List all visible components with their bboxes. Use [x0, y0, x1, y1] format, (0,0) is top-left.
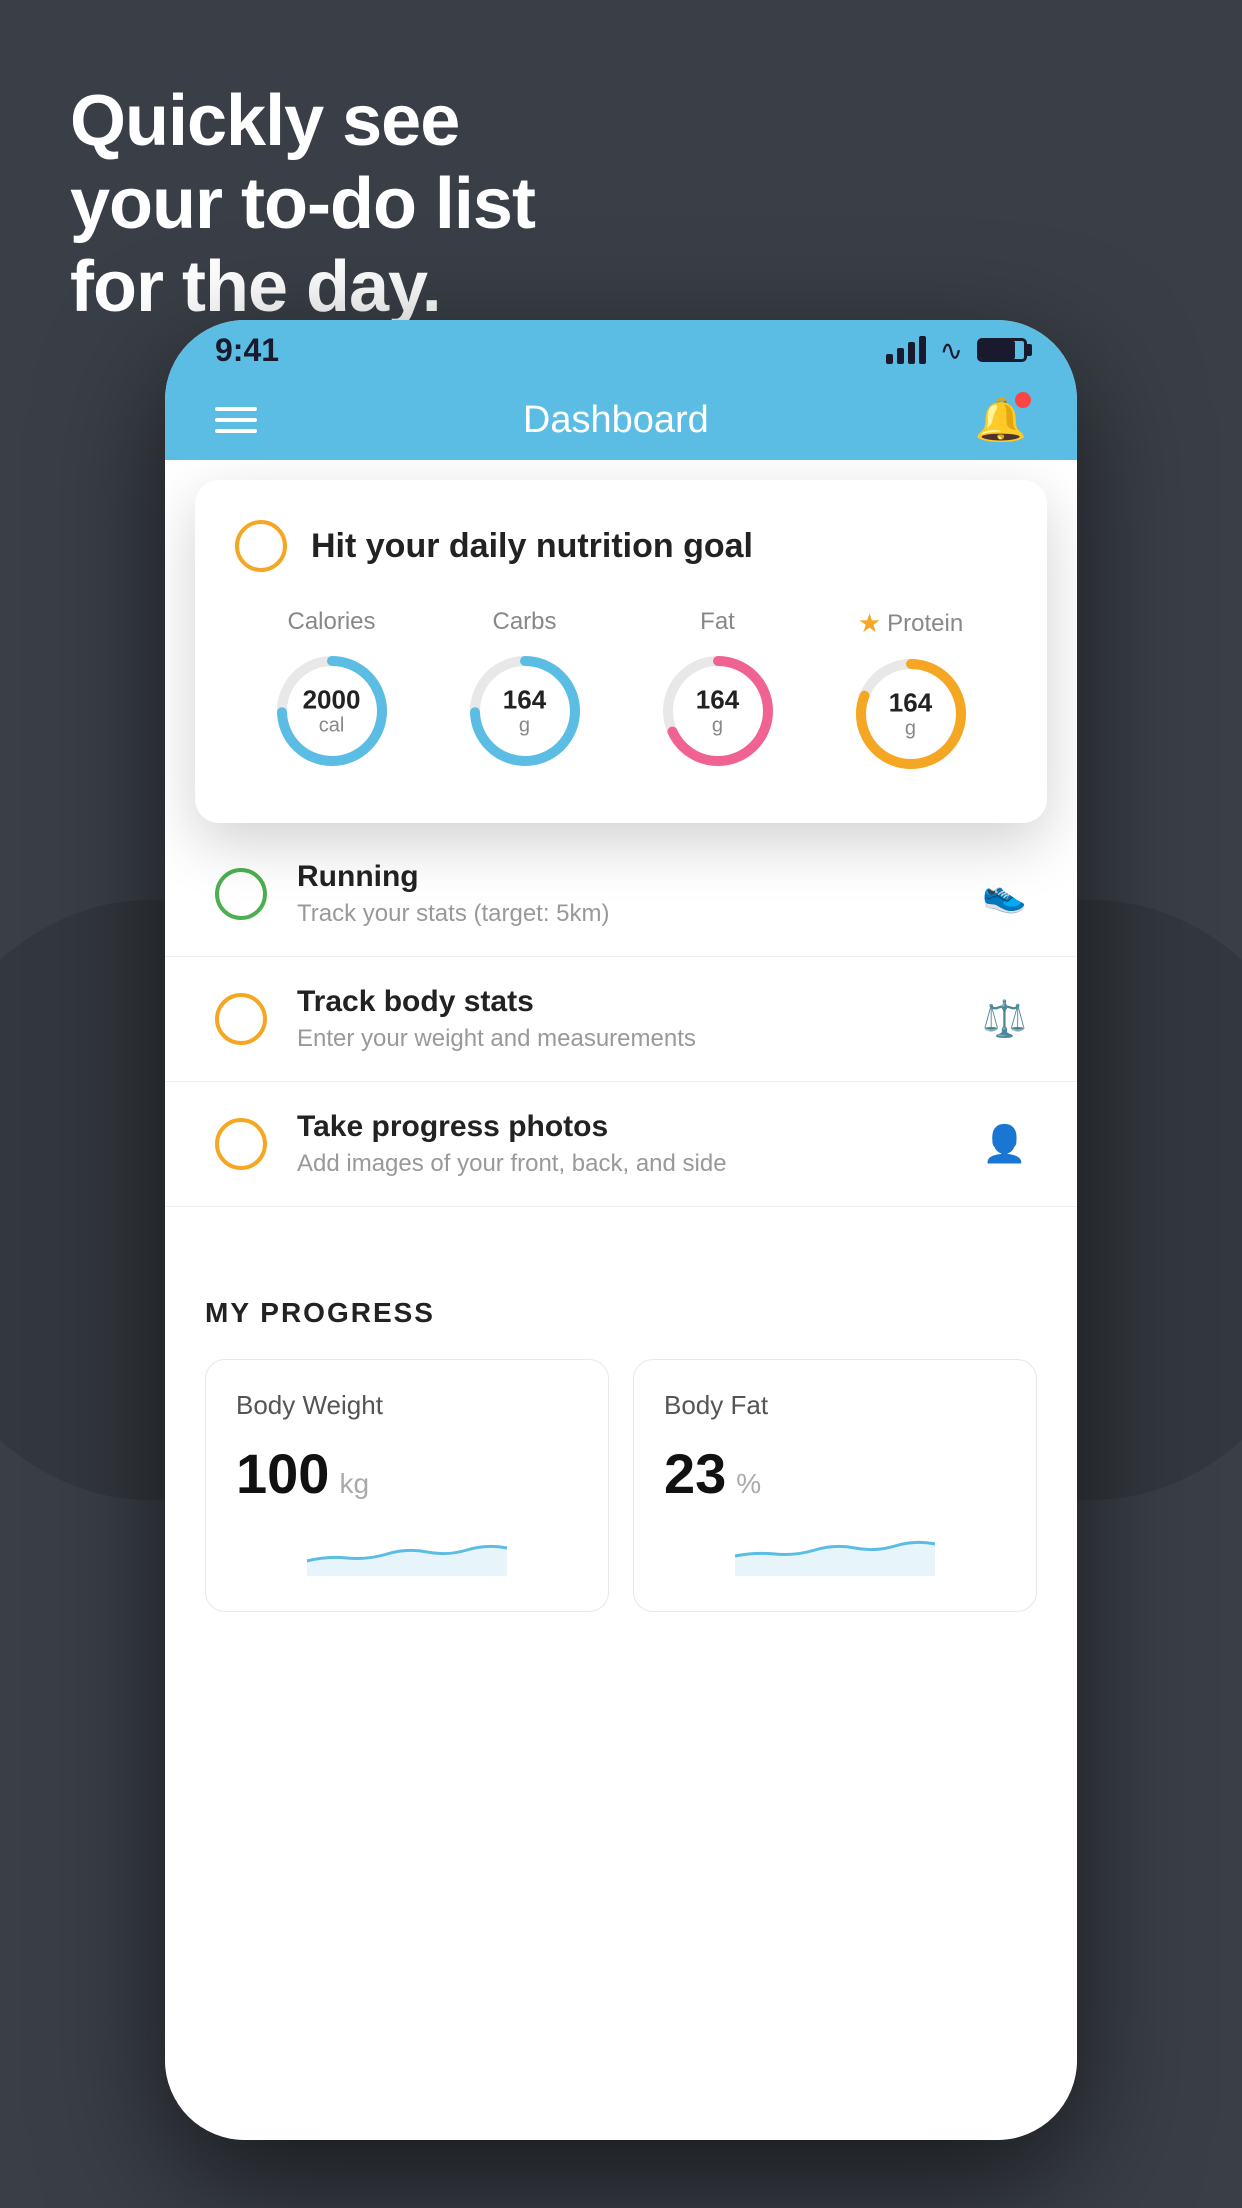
photos-subtitle: Add images of your front, back, and side: [297, 1150, 952, 1178]
progress-header: MY PROGRESS: [205, 1297, 1037, 1329]
star-icon: ★: [858, 608, 881, 639]
photos-text: Take progress photos Add images of your …: [297, 1110, 952, 1178]
headline-line3: for the day.: [70, 246, 535, 329]
phone-mockup: 9:41 ∿ Dashboard 🔔 THI: [165, 320, 1077, 2140]
nutrition-carbs: Carbs 164 g: [460, 608, 590, 776]
headline-line2: your to-do list: [70, 163, 535, 246]
card-title: Hit your daily nutrition goal: [311, 527, 753, 566]
body-fat-title: Body Fat: [664, 1390, 1006, 1421]
todo-photos[interactable]: Take progress photos Add images of your …: [165, 1082, 1077, 1207]
body-fat-unit: %: [736, 1468, 761, 1500]
photos-title: Take progress photos: [297, 1110, 952, 1144]
scale-icon: ⚖️: [982, 998, 1027, 1040]
nav-bar: Dashboard 🔔: [165, 380, 1077, 460]
notification-dot: [1015, 392, 1031, 408]
nutrition-protein: ★ Protein 164 g: [846, 608, 976, 779]
running-subtitle: Track your stats (target: 5km): [297, 900, 952, 928]
nav-title: Dashboard: [523, 399, 709, 442]
running-text: Running Track your stats (target: 5km): [297, 860, 952, 928]
carbs-label: Carbs: [492, 608, 556, 636]
todo-running[interactable]: Running Track your stats (target: 5km) 👟: [165, 832, 1077, 957]
progress-cards: Body Weight 100 kg Body Fat 23 %: [205, 1359, 1037, 1612]
status-time: 9:41: [215, 332, 279, 369]
calories-ring: 2000 cal: [267, 646, 397, 776]
body-weight-unit: kg: [339, 1468, 369, 1500]
nutrition-calories: Calories 2000 cal: [267, 608, 397, 776]
body-fat-value: 23: [664, 1441, 726, 1506]
body-weight-value: 100: [236, 1441, 329, 1506]
todo-body-stats[interactable]: Track body stats Enter your weight and m…: [165, 957, 1077, 1082]
person-icon: 👤: [982, 1123, 1027, 1165]
bell-icon[interactable]: 🔔: [975, 396, 1027, 445]
main-content: THINGS TO DO TODAY Hit your daily nutrit…: [165, 460, 1077, 2140]
body-fat-value-row: 23 %: [664, 1441, 1006, 1506]
headline: Quickly see your to-do list for the day.: [70, 80, 535, 328]
protein-ring: 164 g: [846, 649, 976, 779]
nutrition-goals: Calories 2000 cal Carbs: [235, 608, 1007, 779]
body-fat-sparkline: [664, 1526, 1006, 1576]
body-fat-card[interactable]: Body Fat 23 %: [633, 1359, 1037, 1612]
protein-label-row: ★ Protein: [858, 608, 963, 639]
battery-icon: [977, 338, 1027, 362]
body-stats-text: Track body stats Enter your weight and m…: [297, 985, 952, 1053]
body-weight-title: Body Weight: [236, 1390, 578, 1421]
nutrition-fat: Fat 164 g: [653, 608, 783, 776]
card-title-row: Hit your daily nutrition goal: [235, 520, 1007, 572]
headline-line1: Quickly see: [70, 80, 535, 163]
running-circle: [215, 868, 267, 920]
body-weight-value-row: 100 kg: [236, 1441, 578, 1506]
photos-circle: [215, 1118, 267, 1170]
running-title: Running: [297, 860, 952, 894]
signal-icon: [886, 336, 926, 364]
protein-label: Protein: [887, 610, 963, 638]
shoe-icon: 👟: [982, 873, 1027, 915]
carbs-ring: 164 g: [460, 646, 590, 776]
status-bar: 9:41 ∿: [165, 320, 1077, 380]
task-circle[interactable]: [235, 520, 287, 572]
body-stats-title: Track body stats: [297, 985, 952, 1019]
nutrition-card: Hit your daily nutrition goal Calories 2…: [195, 480, 1047, 823]
status-icons: ∿: [886, 334, 1027, 367]
fat-label: Fat: [700, 608, 735, 636]
calories-label: Calories: [287, 608, 375, 636]
body-stats-subtitle: Enter your weight and measurements: [297, 1025, 952, 1053]
hamburger-menu[interactable]: [215, 407, 257, 433]
wifi-icon: ∿: [940, 334, 963, 367]
fat-ring: 164 g: [653, 646, 783, 776]
progress-section: MY PROGRESS Body Weight 100 kg B: [165, 1247, 1077, 1612]
body-stats-circle: [215, 993, 267, 1045]
body-weight-card[interactable]: Body Weight 100 kg: [205, 1359, 609, 1612]
body-weight-sparkline: [236, 1526, 578, 1576]
